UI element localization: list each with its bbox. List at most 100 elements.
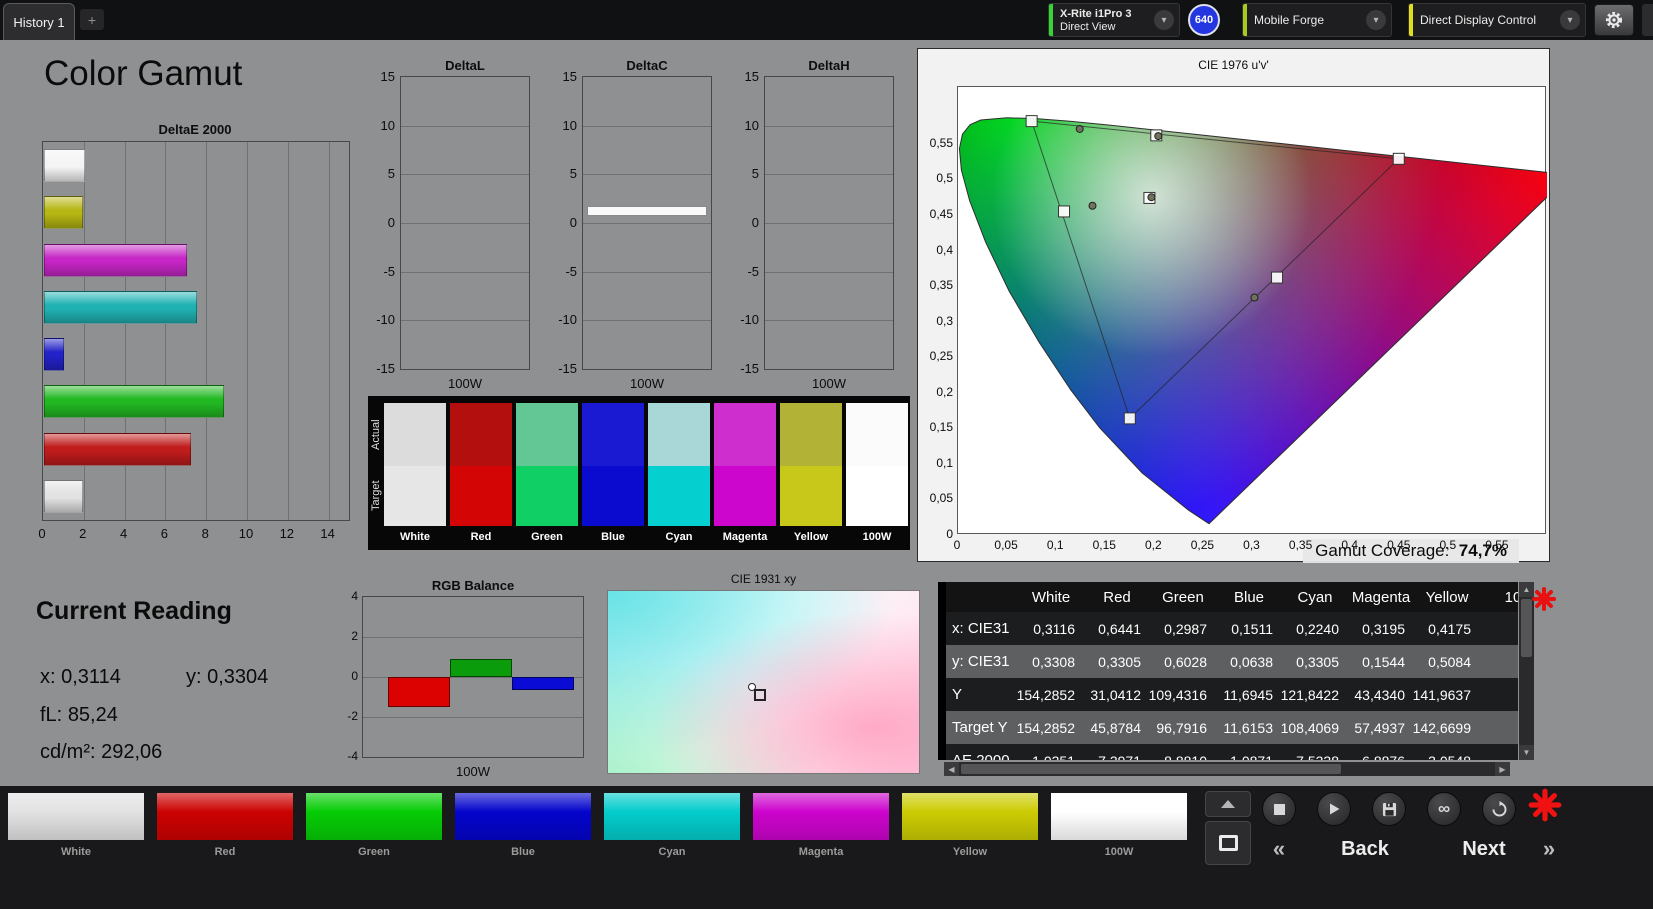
meter-mode: Direct View	[1060, 21, 1132, 34]
table-row-label: ΔE 2000	[946, 744, 1018, 760]
display-control-label: Direct Display Control	[1420, 4, 1536, 36]
stop-button[interactable]	[1262, 792, 1296, 826]
pattern-window-button[interactable]	[1205, 821, 1251, 865]
delta-gridline	[765, 174, 893, 175]
swatch-actual-yellow	[780, 403, 842, 466]
swatch-target-yellow	[780, 466, 842, 526]
patch-label: Yellow	[902, 846, 1038, 858]
table-col-header: Green	[1150, 582, 1216, 612]
delta-gridline	[583, 320, 711, 321]
play-button[interactable]	[1317, 792, 1351, 826]
reading-x: x: 0,3114	[40, 666, 121, 689]
patch-label: Cyan	[604, 846, 740, 858]
patch-red[interactable]	[157, 793, 293, 840]
tab-history-1[interactable]: History 1	[3, 3, 75, 40]
display-control-dropdown-icon[interactable]: ▾	[1560, 10, 1580, 30]
table-cell: 108,4069	[1282, 711, 1348, 744]
delta-y-tick: 0	[546, 215, 577, 230]
cie31-target-marker	[754, 689, 766, 701]
back-chevrons-icon[interactable]: «	[1264, 832, 1294, 866]
cie76-y-tick: 0,4	[920, 243, 953, 257]
cie76-y-tick: 0,35	[920, 278, 953, 292]
next-chevrons-icon[interactable]: »	[1534, 832, 1564, 866]
cie76-y-tick: 0,25	[920, 349, 953, 363]
delta-y-tick: -5	[728, 264, 759, 279]
patch-green[interactable]	[306, 793, 442, 840]
rgb-x-label: 100W	[362, 764, 584, 779]
table-row-label: Target Y	[946, 711, 1018, 744]
measured-point-marker	[1089, 202, 1096, 209]
table-row-label: x: CIE31	[946, 612, 1018, 645]
patch-cyan[interactable]	[604, 793, 740, 840]
table-cell: 0,0638	[1216, 645, 1282, 678]
cie76-x-tick: 0,55	[1477, 538, 1517, 552]
rgb-bar-red	[388, 677, 450, 707]
swatch-actual-magenta	[714, 403, 776, 466]
reading-y-label: y:	[186, 666, 202, 688]
window-menu-button[interactable]	[1642, 4, 1653, 36]
patch-yellow[interactable]	[902, 793, 1038, 840]
table-horizontal-scrollbar[interactable]: ◀ ▶	[944, 762, 1510, 776]
table-cell: 31,0412	[1084, 678, 1150, 711]
swatch-actual-white	[384, 403, 446, 466]
delta-x-label: 100W	[582, 376, 712, 391]
scroll-left-icon[interactable]: ◀	[944, 762, 959, 776]
deltae-bar-blue	[44, 338, 64, 371]
cie76-y-tick: 0,45	[920, 207, 953, 221]
deltae-chart-title: DeltaE 2000	[40, 122, 350, 137]
deltae-bar-cyan	[44, 291, 197, 324]
refresh-icon	[1491, 801, 1508, 818]
target-point-marker	[1393, 153, 1404, 164]
scroll-down-icon[interactable]: ▼	[1519, 745, 1534, 760]
source-dropdown-icon[interactable]: ▾	[1366, 10, 1386, 30]
meter-count-badge: 640	[1188, 4, 1220, 36]
table-cell: 0,3116	[1018, 612, 1084, 645]
delta-chart-deltac: DeltaC151050-5-10-15100W	[546, 58, 712, 398]
deltae-bar-white	[44, 149, 85, 182]
patch-magenta[interactable]	[753, 793, 889, 840]
panel-collapse-button[interactable]	[1205, 791, 1251, 817]
patch-label: 100W	[1051, 846, 1187, 858]
cie76-y-tick: 0,1	[920, 456, 953, 470]
rgb-bar-green	[450, 659, 512, 677]
actual-row-label: Actual	[369, 403, 383, 466]
table-row-label: y: CIE31	[946, 645, 1018, 678]
save-button[interactable]	[1372, 792, 1406, 826]
delta-y-tick: 15	[364, 69, 395, 84]
delta-chart-title: DeltaH	[764, 58, 894, 73]
continuous-measure-button[interactable]: ∞	[1427, 792, 1461, 826]
swatch-target-cyan	[648, 466, 710, 526]
reading-y: y: 0,3304	[186, 666, 268, 689]
back-button[interactable]: Back	[1300, 832, 1430, 866]
pattern-source-selector[interactable]: Mobile Forge ▾	[1242, 3, 1392, 37]
meter-dropdown-icon[interactable]: ▾	[1154, 10, 1174, 30]
deltae-x-tick: 14	[313, 526, 343, 541]
scroll-right-icon[interactable]: ▶	[1495, 762, 1510, 776]
delta-y-tick: -5	[546, 264, 577, 279]
next-button[interactable]: Next	[1436, 832, 1532, 866]
meter-selector[interactable]: X-Rite i1Pro 3 Direct View ▾	[1048, 3, 1180, 37]
patch-white[interactable]	[8, 793, 144, 840]
settings-button[interactable]	[1594, 4, 1634, 36]
cie31-color-field	[607, 590, 920, 774]
add-tab-button[interactable]: +	[80, 9, 104, 30]
delta-y-tick: -10	[364, 312, 395, 327]
rgb-y-tick: 4	[336, 589, 358, 603]
delta-y-tick: 10	[364, 118, 395, 133]
table-cell: 11,6945	[1216, 678, 1282, 711]
horizontal-scroll-thumb[interactable]	[961, 764, 1341, 774]
deltae-plot	[42, 141, 350, 521]
refresh-button[interactable]	[1482, 792, 1516, 826]
delta-x-label: 100W	[400, 376, 530, 391]
bottom-bar: WhiteRedGreenBlueCyanMagentaYellow100W ∞	[0, 786, 1653, 909]
current-reading-title: Current Reading	[36, 597, 232, 626]
table-cell: 2,	[1480, 744, 1518, 760]
display-control-selector[interactable]: Direct Display Control ▾	[1408, 3, 1586, 37]
patch-100w[interactable]	[1051, 793, 1187, 840]
patch-label: Blue	[455, 846, 591, 858]
delta-gridline	[583, 126, 711, 127]
delta-gridline	[583, 272, 711, 273]
swatch-target-white	[384, 466, 446, 526]
patch-blue[interactable]	[455, 793, 591, 840]
cie76-x-tick: 0,45	[1379, 538, 1419, 552]
